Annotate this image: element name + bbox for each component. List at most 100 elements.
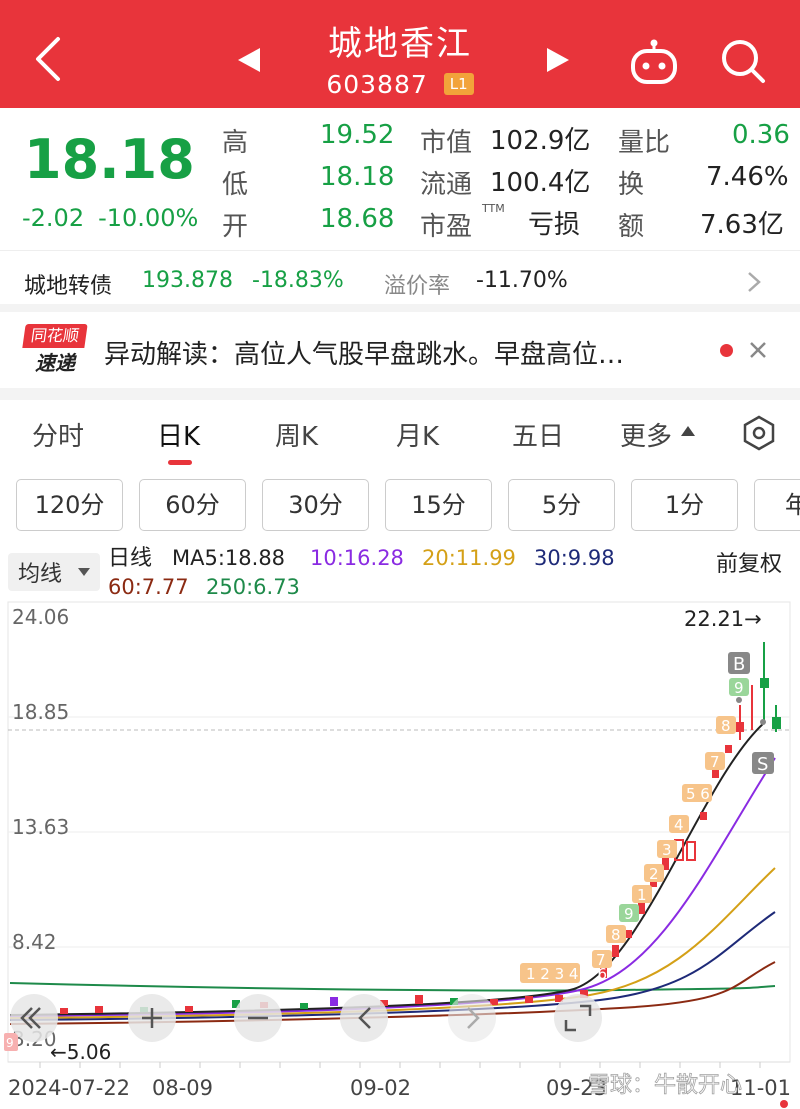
sell-marker-dot xyxy=(760,719,766,725)
period-30min-button[interactable]: 30分 xyxy=(262,479,369,531)
news-headline: 异动解读：高位人气股早盘跳水。早盘高位… xyxy=(104,340,625,370)
svg-text:3: 3 xyxy=(662,841,672,859)
scroll-left-button[interactable] xyxy=(340,994,388,1042)
x-tick: 2024-07-22 xyxy=(8,1076,130,1100)
mcap-label: 市值 xyxy=(420,128,473,158)
legend-ma10: 10:16.28 xyxy=(310,546,404,570)
change-value: -2.02 xyxy=(22,204,85,232)
amount-value: 7.63亿 xyxy=(700,210,784,240)
close-icon[interactable] xyxy=(748,340,768,360)
open-label: 开 xyxy=(222,212,249,242)
vol-ratio-value: 0.36 xyxy=(732,120,790,150)
legend-ma20: 20:11.99 xyxy=(422,546,516,570)
settings-hexagon-icon[interactable] xyxy=(740,414,778,452)
svg-text:9: 9 xyxy=(734,679,744,697)
scroll-to-start-button[interactable] xyxy=(10,994,58,1042)
tab-daily-k[interactable]: 日K xyxy=(157,416,200,453)
chart-tabs: 分时 日K 周K 月K 五日 更多 xyxy=(0,400,800,468)
tab-weekly-k[interactable]: 周K xyxy=(275,416,318,453)
search-icon[interactable] xyxy=(720,38,766,84)
svg-text:7: 7 xyxy=(710,753,720,771)
svg-text:2: 2 xyxy=(649,865,659,883)
low-label: 低 xyxy=(222,170,249,200)
stock-code: 603887 xyxy=(326,69,428,99)
turnover-value: 7.46% xyxy=(706,162,789,192)
tab-five-day[interactable]: 五日 xyxy=(512,416,564,453)
period-low-marker: ←5.06 xyxy=(50,1040,111,1064)
high-label: 高 xyxy=(222,128,249,158)
period-high-marker: 22.21→ xyxy=(684,607,762,631)
nine-turn-tags: 1 2 3 4 5 6 7 8 9 1 2 3 4 5 6 7 8 9 9 xyxy=(4,678,749,1051)
sell-marker-label: S xyxy=(757,754,768,775)
low-value: 18.18 xyxy=(320,162,395,192)
tab-monthly-k[interactable]: 月K xyxy=(396,416,439,453)
x-tick: 09-02 xyxy=(350,1076,411,1100)
tab-more[interactable]: 更多 xyxy=(620,416,672,453)
y-tick: 18.85 xyxy=(12,700,69,724)
premium-label: 溢价率 xyxy=(384,274,451,299)
scroll-right-button[interactable] xyxy=(448,994,496,1042)
svg-text:9: 9 xyxy=(624,905,634,923)
svg-text:1: 1 xyxy=(637,886,647,904)
caret-up-icon xyxy=(681,426,695,436)
float-value: 100.4亿 xyxy=(490,168,591,198)
active-tab-indicator xyxy=(168,460,192,465)
y-tick: 13.63 xyxy=(12,815,69,839)
pe-ttm-label: TTM xyxy=(482,202,505,215)
bond-price: 193.878 xyxy=(142,268,233,293)
pe-value: 亏损 xyxy=(528,210,581,240)
svg-text:8: 8 xyxy=(611,926,621,944)
stock-header: 城地香江 603887 L1 xyxy=(0,0,800,108)
adjust-mode[interactable]: 前复权 xyxy=(716,552,782,577)
svg-text:7: 7 xyxy=(596,951,606,969)
bond-change-pct: -18.83% xyxy=(252,268,344,293)
mcap-value: 102.9亿 xyxy=(490,126,591,156)
legend-ma250: 250:6.73 xyxy=(206,575,300,599)
vol-ratio-label: 量比 xyxy=(618,128,671,158)
unread-dot xyxy=(720,344,733,357)
section-gap xyxy=(0,388,800,400)
period-120min-button[interactable]: 120分 xyxy=(16,479,123,531)
fullscreen-button[interactable] xyxy=(554,994,602,1042)
next-stock-icon[interactable] xyxy=(545,46,571,74)
robot-assistant-icon[interactable] xyxy=(628,38,680,86)
news-banner[interactable]: 同花顺 速递 异动解读：高位人气股早盘跳水。早盘高位… xyxy=(0,312,800,388)
svg-text:4: 4 xyxy=(674,816,684,834)
period-5min-button[interactable]: 5分 xyxy=(508,479,615,531)
period-1min-button[interactable]: 1分 xyxy=(631,479,738,531)
ma30-line xyxy=(9,911,776,1021)
svg-text:5 6: 5 6 xyxy=(686,785,710,803)
svg-text:9: 9 xyxy=(6,1036,14,1050)
price-change: -2.02 -10.00% xyxy=(22,204,212,232)
amount-label: 额 xyxy=(618,212,645,242)
period-60min-button[interactable]: 60分 xyxy=(139,479,246,531)
turnover-label: 换 xyxy=(618,170,645,200)
tab-intraday[interactable]: 分时 xyxy=(32,416,84,453)
stock-code-row: 603887 L1 xyxy=(0,68,800,99)
y-tick: 24.06 xyxy=(12,605,69,629)
high-value: 19.52 xyxy=(320,120,395,150)
buy-marker-dot xyxy=(736,697,742,703)
watermark: 雪球：牛散开心 xyxy=(588,1073,742,1098)
level-badge: L1 xyxy=(443,73,474,95)
x-tick: 08-09 xyxy=(152,1076,213,1100)
page-indicator-dot xyxy=(780,1100,788,1108)
change-percent: -10.00% xyxy=(98,204,199,232)
open-value: 18.68 xyxy=(320,204,395,234)
convertible-bond-row[interactable]: 城地转债 193.878 -18.83% 溢价率 -11.70% xyxy=(24,262,784,302)
legend-ma30: 30:9.98 xyxy=(534,546,615,570)
legend-ma5: MA5:18.88 xyxy=(172,546,285,570)
premium-value: -11.70% xyxy=(476,268,568,293)
stock-name: 城地香江 xyxy=(328,24,472,64)
period-15min-button[interactable]: 15分 xyxy=(385,479,492,531)
tonghuashun-logo: 同花顺 速递 xyxy=(22,324,88,376)
ma-selector-label: 均线 xyxy=(18,562,62,587)
chevron-right-icon xyxy=(748,272,761,292)
kline-chart[interactable]: 均线 日线 MA5:18.88 10:16.28 20:11.99 30:9.9… xyxy=(0,540,800,1109)
float-label: 流通 xyxy=(420,170,473,200)
legend-ma60: 60:7.77 xyxy=(108,575,189,599)
x-axis-ticks xyxy=(39,1062,761,1068)
pe-label: 市盈 xyxy=(420,212,473,242)
section-gap xyxy=(0,304,800,312)
period-year-button[interactable]: 年 xyxy=(754,479,800,531)
